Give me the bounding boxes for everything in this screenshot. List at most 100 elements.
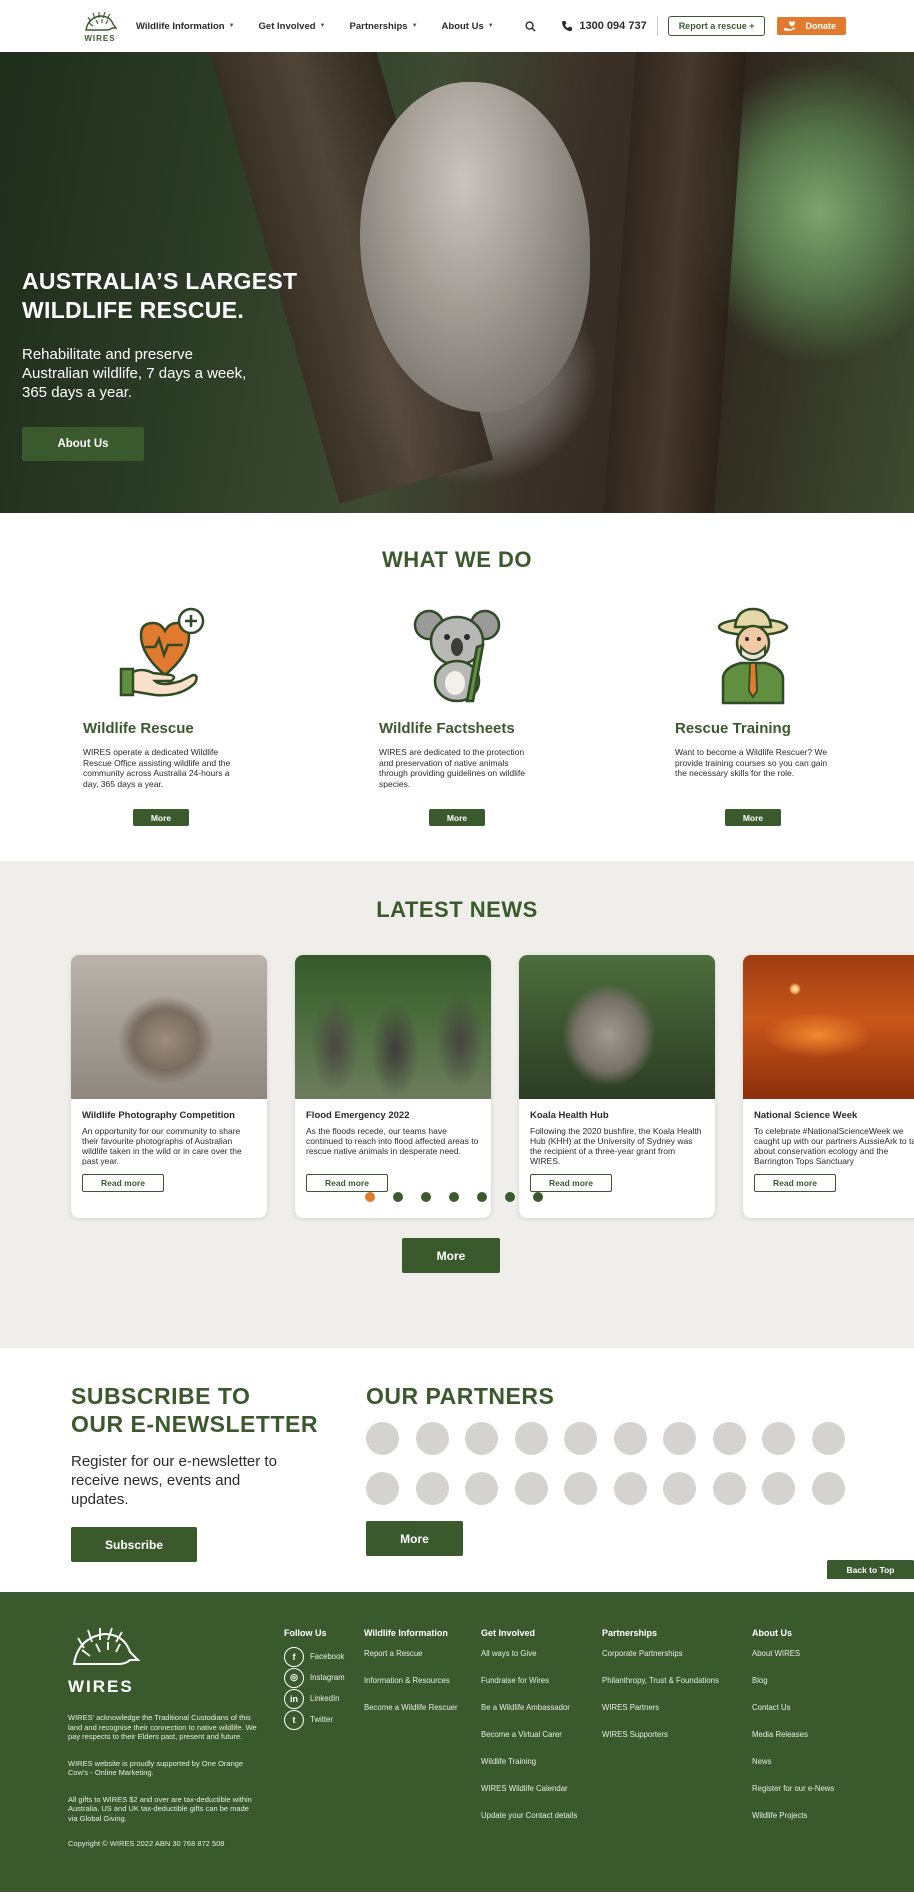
read-more-button[interactable]: Read more	[306, 1174, 388, 1192]
news-card[interactable]: Flood Emergency 2022 As the floods reced…	[295, 955, 491, 1218]
carousel-dot[interactable]	[477, 1192, 487, 1202]
footer-link[interactable]: WIRES Wildlife Calendar	[481, 1784, 577, 1811]
carousel-dot[interactable]	[505, 1192, 515, 1202]
partner-logo[interactable]	[514, 1472, 548, 1505]
news-card[interactable]: Wildlife Photography Competition An oppo…	[71, 955, 267, 1218]
partner-logo[interactable]	[762, 1472, 795, 1505]
partner-logo-grid	[366, 1422, 845, 1505]
footer-link[interactable]: Blog	[752, 1676, 834, 1703]
news-image-rescuers	[295, 955, 491, 1099]
partner-logo[interactable]	[465, 1422, 498, 1455]
nav-get-involved[interactable]: Get Involved ▼	[259, 21, 326, 32]
partner-logo[interactable]	[564, 1422, 597, 1455]
partner-logo[interactable]	[415, 1472, 449, 1505]
partner-logo[interactable]	[613, 1472, 647, 1505]
hero-banner: AUSTRALIA’S LARGEST WILDLIFE RESCUE. Reh…	[0, 52, 914, 513]
footer-link[interactable]: Become a Virtual Carer	[481, 1730, 577, 1757]
footer-link[interactable]: Fundraise for Wires	[481, 1676, 577, 1703]
footer-link[interactable]: WIRES Partners	[602, 1703, 719, 1730]
partner-logo[interactable]	[811, 1472, 845, 1505]
footer-link[interactable]: News	[752, 1757, 834, 1784]
footer-link[interactable]: Philanthropy, Trust & Foundations	[602, 1676, 719, 1703]
partners-title: OUR PARTNERS	[366, 1383, 555, 1409]
read-more-button[interactable]: Read more	[82, 1174, 164, 1192]
echidna-logo-icon	[72, 1627, 141, 1665]
footer-col-title: Follow Us	[284, 1628, 327, 1638]
partner-logo[interactable]	[663, 1422, 696, 1455]
wwd-card-wildlife-factsheets: Wildlife Factsheets WIRES are dedicated …	[379, 605, 557, 826]
carousel-dot[interactable]	[449, 1192, 459, 1202]
footer-link[interactable]: Report a Rescue	[364, 1649, 458, 1676]
news-title: Wildlife Photography Competition	[82, 1110, 235, 1121]
footer-link[interactable]: Media Releases	[752, 1730, 834, 1757]
subscribe-block: SUBSCRIBE TO OUR E-NEWSLETTER Register f…	[71, 1382, 331, 1562]
caret-down-icon: ▼	[411, 23, 418, 29]
wwd-more-button[interactable]: More	[133, 809, 189, 826]
footer-link[interactable]: Corporate Partnerships	[602, 1649, 719, 1676]
partner-logo[interactable]	[613, 1422, 647, 1455]
footer-link[interactable]: Register for our e-News	[752, 1784, 834, 1811]
what-we-do-section: WHAT WE DO Wildlife Rescue WIRES operate…	[0, 513, 914, 861]
wires-logo[interactable]: WIRES	[82, 10, 118, 43]
report-rescue-button[interactable]: Report a rescue +	[667, 16, 766, 36]
footer-link[interactable]: Become a Wildlife Rescuer	[364, 1703, 458, 1730]
wwd-card-title: Wildlife Factsheets	[379, 720, 515, 737]
partner-logo[interactable]	[366, 1422, 399, 1455]
linkedin-icon: in	[284, 1688, 304, 1709]
carousel-dot[interactable]	[421, 1192, 431, 1202]
footer-col-title: About Us	[752, 1628, 792, 1638]
footer-link[interactable]: Information & Resources	[364, 1676, 458, 1703]
partner-logo[interactable]	[762, 1422, 795, 1455]
back-to-top-button[interactable]: Back to Top	[827, 1560, 914, 1579]
footer-link[interactable]: About WIRES	[752, 1649, 834, 1676]
partner-logo[interactable]	[712, 1422, 746, 1455]
carousel-dot[interactable]	[393, 1192, 403, 1202]
nav-label: Partnerships	[349, 20, 408, 32]
footer-link[interactable]: Wildlife Projects	[752, 1811, 834, 1838]
news-carousel[interactable]: Wildlife Photography Competition An oppo…	[71, 955, 914, 1218]
hero-about-us-button[interactable]: About Us	[22, 427, 144, 461]
read-more-button[interactable]: Read more	[530, 1174, 612, 1192]
footer-link[interactable]: All ways to Give	[481, 1649, 577, 1676]
news-text: An opportunity for our community to shar…	[82, 1126, 242, 1166]
nav-partnerships[interactable]: Partnerships ▼	[350, 21, 418, 32]
footer-link[interactable]: Be a Wildlife Ambassador	[481, 1703, 577, 1730]
site-header: WIRES Wildlife Information ▼ Get Involved…	[0, 0, 914, 52]
nav-about-us[interactable]: About Us ▼	[442, 21, 494, 32]
news-title: Flood Emergency 2022	[306, 1110, 410, 1121]
nav-wildlife-information[interactable]: Wildlife Information ▼	[136, 21, 235, 32]
news-more-button[interactable]: More	[402, 1238, 500, 1273]
news-card[interactable]: Koala Health Hub Following the 2020 bush…	[519, 955, 715, 1218]
carousel-dot[interactable]	[365, 1192, 375, 1202]
footer-twitter-link[interactable]: t Twitter	[284, 1706, 345, 1733]
footer-link[interactable]: Update your Contact details	[481, 1811, 577, 1838]
caret-down-icon: ▼	[228, 23, 235, 29]
partner-logo[interactable]	[366, 1472, 399, 1505]
news-title: Koala Health Hub	[530, 1110, 609, 1121]
partner-logo[interactable]	[811, 1422, 845, 1455]
phone-link[interactable]: 1300 094 737	[561, 20, 647, 32]
footer-col-title: Get Involved	[481, 1628, 536, 1638]
footer-link[interactable]: WIRES Supporters	[602, 1730, 719, 1757]
partner-logo[interactable]	[663, 1472, 696, 1505]
news-card[interactable]: National Science Week To celebrate #Nati…	[743, 955, 914, 1218]
read-more-button[interactable]: Read more	[754, 1174, 836, 1192]
facebook-icon: f	[284, 1646, 304, 1667]
subscribe-button[interactable]: Subscribe	[71, 1527, 197, 1562]
partner-logo[interactable]	[564, 1472, 597, 1505]
partners-more-button[interactable]: More	[366, 1521, 463, 1556]
search-button[interactable]	[524, 19, 538, 33]
partner-logo[interactable]	[465, 1472, 498, 1505]
news-title: National Science Week	[754, 1110, 858, 1121]
news-body: Koala Health Hub Following the 2020 bush…	[519, 1099, 715, 1192]
partner-logo[interactable]	[514, 1422, 548, 1455]
footer-link[interactable]: Wildlife Training	[481, 1757, 577, 1784]
footer-link[interactable]: Contact Us	[752, 1703, 834, 1730]
carousel-dot[interactable]	[533, 1192, 543, 1202]
wwd-more-button[interactable]: More	[429, 809, 485, 826]
partner-logo[interactable]	[415, 1422, 449, 1455]
heart-hand-icon	[119, 607, 205, 697]
wwd-more-button[interactable]: More	[725, 809, 781, 826]
donate-button[interactable]: Donate	[777, 17, 846, 35]
partner-logo[interactable]	[712, 1472, 746, 1505]
